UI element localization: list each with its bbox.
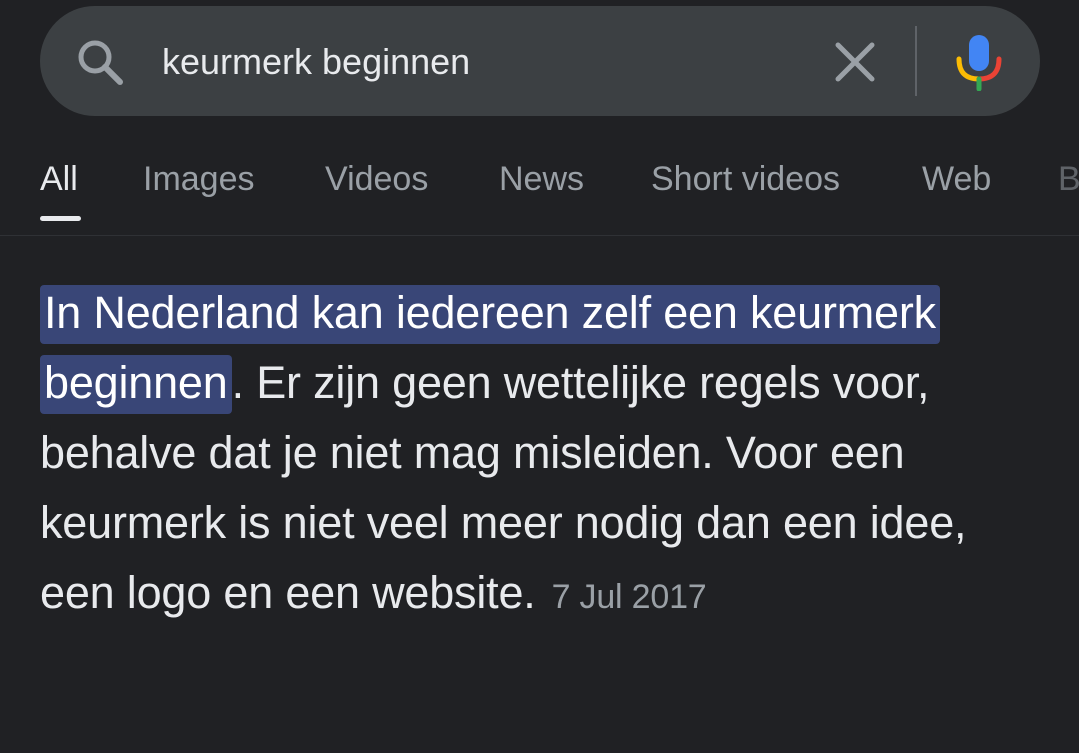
close-icon[interactable] (832, 39, 878, 85)
active-tab-indicator (40, 216, 81, 221)
tab-images[interactable]: Images (143, 160, 255, 199)
tab-news[interactable]: News (499, 160, 584, 199)
tab-books[interactable]: B (1058, 160, 1079, 199)
search-icon[interactable] (74, 36, 126, 88)
tabs-divider (0, 235, 1079, 236)
tab-videos[interactable]: Videos (325, 160, 428, 199)
search-bar-divider (915, 26, 917, 96)
tab-all[interactable]: All (40, 160, 78, 199)
featured-snippet: In Nederland kan iedereen zelf een keurm… (40, 278, 1050, 632)
tab-short-videos[interactable]: Short videos (651, 160, 840, 199)
snippet-date: 7 Jul 2017 (551, 578, 707, 616)
search-tabs: All Images Videos News Short videos Web … (0, 150, 1079, 234)
search-input[interactable]: keurmerk beginnen (162, 36, 470, 88)
tab-web[interactable]: Web (922, 160, 991, 199)
microphone-icon[interactable] (954, 33, 1004, 91)
